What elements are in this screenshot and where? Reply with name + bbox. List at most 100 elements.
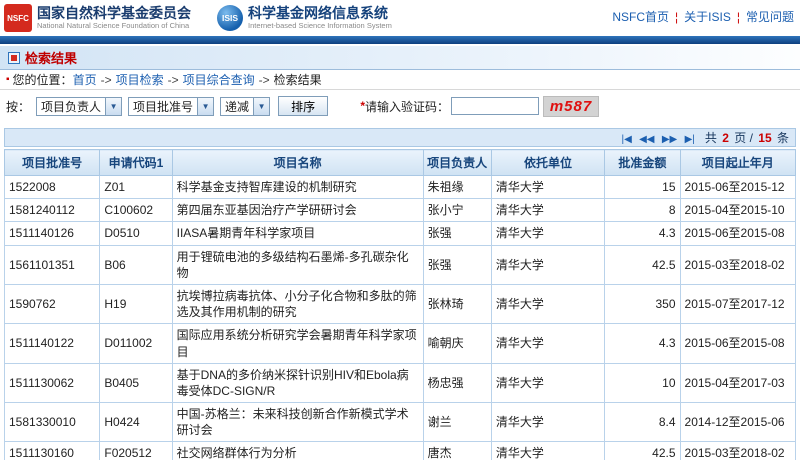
nsfc-logo: NSFC (4, 4, 32, 32)
summary-mid: 页 / (734, 131, 753, 145)
table-cell: 清华大学 (490, 174, 606, 200)
table-cell: 喻朝庆 (422, 323, 492, 364)
sort-field2-value: 项目批准号 (133, 99, 194, 114)
table-cell: 唐杰 (422, 441, 492, 460)
next-page-button[interactable]: ▶▶ (662, 134, 677, 145)
table-cell: 清华大学 (490, 244, 606, 285)
results-table: 项目批准号 申请代码1 项目名称 项目负责人 依托单位 批准金额 项目起止年月 152200… (3, 149, 797, 460)
table-cell: 10 (604, 362, 681, 404)
breadcrumb-separator: -> (258, 72, 270, 87)
system-name: 科学基金网络信息系统 Internet-based Science Inform… (248, 5, 392, 30)
header-links: NSFC首页 ¦ 关于ISIS ¦ 常见问题 (612, 2, 794, 25)
breadcrumb-link-home[interactable]: 首页 (73, 71, 97, 88)
table-row: 1511140122 D011002 国际应用系统分析研究学会暑期青年科学家项目 喻朝… (3, 323, 797, 364)
table-cell: C100602 (99, 198, 173, 223)
breadcrumb-link-combined-query[interactable]: 项目综合查询 (183, 71, 255, 88)
table-cell: 2015-04至2017-03 (679, 362, 797, 404)
link-about-isis[interactable]: 关于ISIS (684, 10, 731, 24)
table-row: 1581240112 C100602 第四届东亚基因治疗产学研研讨会 张小宁 清华大学 8… (3, 198, 797, 223)
table-cell: 清华大学 (490, 283, 606, 325)
table-cell: 8 (604, 198, 681, 223)
table-row: 1511130160 F020512 社交网络群体行为分析 唐杰 清华大学 42.5 201… (3, 441, 797, 460)
link-nsfc-home[interactable]: NSFC首页 (612, 10, 669, 24)
table-cell: 用于锂硫电池的多级结构石墨烯-多孔碳杂化物 (171, 244, 424, 285)
link-separator: ¦ (675, 10, 679, 24)
captcha-image[interactable]: m587 (543, 95, 599, 117)
breadcrumb-separator: -> (100, 72, 112, 87)
table-cell: B06 (99, 244, 173, 285)
link-faq[interactable]: 常见问题 (746, 10, 794, 24)
prev-page-button[interactable]: ◀◀ (639, 134, 654, 145)
captcha-label: 请输入验证码： (364, 99, 449, 114)
captcha-group: * 请输入验证码： m587 (360, 95, 599, 117)
table-row: 1522008 Z01 科学基金支持智库建设的机制研究 朱祖缘 清华大学 15 2015-0… (3, 174, 797, 200)
table-cell: 科学基金支持智库建设的机制研究 (171, 174, 424, 200)
table-cell: 2015-03至2018-02 (679, 441, 797, 460)
table-cell: 1581330010 (3, 402, 101, 443)
chevron-down-icon: ▼ (197, 97, 214, 115)
column-header: 项目起止年月 (679, 149, 797, 176)
last-page-button[interactable]: ▶| (685, 134, 695, 145)
captcha-input[interactable] (451, 97, 539, 115)
org-name-cn: 国家自然科学基金委员会 (37, 5, 191, 22)
link-separator: ¦ (736, 10, 740, 24)
table-cell: 4.3 (604, 221, 681, 246)
table-cell: 4.3 (604, 323, 681, 364)
table-cell: D011002 (99, 323, 173, 364)
table-cell: 2015-07至2017-12 (679, 283, 797, 325)
column-header: 项目批准号 (3, 149, 101, 176)
column-header: 项目负责人 (422, 149, 492, 176)
table-cell: 清华大学 (490, 221, 606, 246)
table-cell: 1511140122 (3, 323, 101, 364)
table-row: 1511130062 B0405 基于DNA的多价纳米探针识别HIV和Ebola病毒… (3, 362, 797, 404)
column-header: 项目名称 (171, 149, 424, 176)
search-result-icon (8, 51, 20, 64)
table-cell: F020512 (99, 441, 173, 460)
page-count: 2 (722, 131, 729, 145)
table-row: 1561101351 B06 用于锂硫电池的多级结构石墨烯-多孔碳杂化物 张强 清华大学… (3, 244, 797, 285)
table-cell: 1511130160 (3, 441, 101, 460)
table-cell: 42.5 (604, 244, 681, 285)
table-cell: 8.4 (604, 402, 681, 443)
table-cell: 1522008 (3, 174, 101, 200)
sort-order-select[interactable]: 递减 ▼ (220, 96, 271, 116)
system-name-cn: 科学基金网络信息系统 (248, 5, 388, 22)
org-name: 国家自然科学基金委员会 National Natural Science Fou… (37, 5, 191, 30)
table-cell: B0405 (99, 362, 173, 404)
table-cell: 谢兰 (422, 402, 492, 443)
org-name-en: National Natural Science Foundation of C… (37, 20, 190, 30)
sort-field-value: 项目负责人 (41, 99, 102, 114)
table-cell: 基于DNA的多价纳米探针识别HIV和Ebola病毒受体DC-SIGN/R (171, 362, 424, 404)
isis-logo: ISIS (217, 5, 243, 31)
section-title-bar: 检索结果 (0, 46, 800, 70)
table-cell: 杨忠强 (422, 362, 492, 404)
sort-field2-select[interactable]: 项目批准号 ▼ (128, 96, 215, 116)
sort-order-value: 递减 (225, 99, 250, 114)
page-title: 检索结果 (25, 51, 78, 66)
breadcrumb-link-project-search[interactable]: 项目检索 (116, 71, 164, 88)
column-header: 申请代码1 (99, 149, 173, 176)
table-cell: D0510 (99, 221, 173, 246)
table-header-row: 项目批准号 申请代码1 项目名称 项目负责人 依托单位 批准金额 项目起止年月 (3, 149, 797, 176)
summary-prefix: 共 (704, 131, 717, 145)
chevron-down-icon: ▼ (253, 97, 270, 115)
table-cell: 1561101351 (3, 244, 101, 285)
table-row: 1511140126 D0510 IIASA暑期青年科学家项目 张强 清华大学 4.3 20… (3, 221, 797, 246)
table-cell: 2015-04至2015-10 (679, 198, 797, 223)
table-cell: 2015-06至2015-08 (679, 323, 797, 364)
table-cell: 1511130062 (3, 362, 101, 404)
table-cell: 清华大学 (490, 402, 606, 443)
breadcrumb-current: 检索结果 (273, 73, 322, 87)
table-cell: H0424 (99, 402, 173, 443)
item-count: 15 (758, 131, 772, 145)
table-cell: 张林琦 (422, 283, 492, 325)
breadcrumb-prefix: 您的位置： (12, 73, 73, 87)
table-cell: 2015-06至2015-08 (679, 221, 797, 246)
table-cell: 1581240112 (3, 198, 101, 223)
first-page-button[interactable]: |◀ (621, 134, 631, 145)
sort-field-select[interactable]: 项目负责人 ▼ (36, 96, 123, 116)
sort-button[interactable]: 排序 (278, 96, 329, 116)
sort-by-label: 按： (6, 99, 31, 114)
table-row: 1581330010 H0424 中国-苏格兰：未来科技创新合作新模式学术研讨会 谢兰… (3, 402, 797, 443)
filter-toolbar: 按： 项目负责人 ▼ 项目批准号 ▼ 递减 ▼ 排序 * 请输入验证码： m58… (0, 90, 800, 122)
